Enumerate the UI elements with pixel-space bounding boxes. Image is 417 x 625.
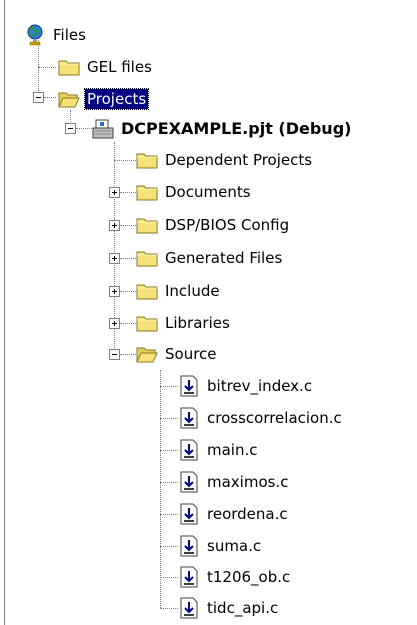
tree-connector [120,225,136,226]
tree-connector [160,370,161,608]
folder-icon [136,153,158,169]
tree-connector [120,192,136,193]
globe-icon [27,24,43,46]
tree-connector [160,608,178,609]
tree-node-label: main.c [207,441,258,459]
tree-node-label: tidc_api.c [207,599,279,617]
tree-connector [160,386,178,387]
tree-connector [44,97,56,98]
tree-node-project[interactable]: DCPEXAMPLE.pjt (Debug) [92,114,353,144]
project-file-icon [92,119,114,139]
tree-left-border [4,0,5,625]
tree-folder-source[interactable]: Source [136,339,219,369]
tree-connector [120,291,136,292]
tree-node-label: Files [53,26,86,44]
tree-node-gel-files[interactable]: GEL files [58,52,154,82]
tree-connector [38,67,56,68]
c-source-file-icon [180,471,198,493]
tree-connector [160,514,178,515]
expand-toggle-libraries[interactable] [109,318,120,329]
folder-icon [136,316,158,332]
tree-connector [160,450,178,451]
tree-connector [76,128,92,129]
tree-node-label: Documents [165,183,251,201]
tree-file-item[interactable]: crosscorrelacion.c [178,403,344,433]
tree-folder-dependent-projects[interactable]: Dependent Projects [136,145,314,175]
collapse-toggle-source[interactable] [109,349,120,360]
c-source-file-icon [180,439,198,461]
expand-toggle-dsp-bios-config[interactable] [109,220,120,231]
tree-node-label: Include [165,282,220,300]
c-source-file-icon [180,375,198,397]
c-source-file-icon [180,597,198,619]
tree-node-label: suma.c [207,537,262,555]
tree-node-label: bitrev_index.c [207,377,313,395]
c-source-file-icon [180,407,198,429]
tree-folder-generated-files[interactable]: Generated Files [136,243,284,273]
folder-icon [136,218,158,234]
tree-node-label: t1206_ob.c [207,568,291,586]
file-tree: Files GEL files Projects DCPEXAMPLE.pjt … [0,0,417,625]
tree-file-item[interactable]: main.c [178,435,260,465]
folder-icon [136,284,158,300]
tree-connector [114,160,136,161]
tree-node-label: Projects [83,88,150,110]
tree-connector [160,482,178,483]
expand-toggle-include[interactable] [109,286,120,297]
c-source-file-icon [180,566,198,588]
collapse-toggle-project[interactable] [65,123,76,134]
tree-node-label: DSP/BIOS Config [165,216,290,234]
tree-file-item[interactable]: suma.c [178,531,263,561]
tree-folder-documents[interactable]: Documents [136,177,253,207]
folder-icon [136,251,158,267]
tree-node-projects[interactable]: Projects [58,84,150,114]
folder-open-icon [58,92,80,108]
tree-connector [160,577,178,578]
tree-node-label: Source [165,345,217,363]
tree-folder-include[interactable]: Include [136,276,222,306]
tree-node-label: Generated Files [165,249,283,267]
tree-file-item[interactable]: tidc_api.c [178,593,280,623]
tree-folder-libraries[interactable]: Libraries [136,308,232,338]
tree-connector [120,258,136,259]
tree-file-item[interactable]: reordena.c [178,499,290,529]
tree-connector [120,323,136,324]
tree-connector [120,354,136,355]
tree-node-label: GEL files [87,58,152,76]
folder-icon [136,185,158,201]
expand-toggle-generated-files[interactable] [109,253,120,264]
tree-node-label: DCPEXAMPLE.pjt (Debug) [121,119,352,138]
collapse-toggle-projects[interactable] [33,92,44,103]
expand-toggle-documents[interactable] [109,187,120,198]
tree-connector [160,418,178,419]
folder-icon [58,60,80,76]
c-source-file-icon [180,535,198,557]
c-source-file-icon [180,503,198,525]
folder-open-icon [136,347,158,363]
tree-node-label: crosscorrelacion.c [207,409,342,427]
tree-connector [160,546,178,547]
tree-node-label: Dependent Projects [165,151,313,169]
tree-node-label: Libraries [165,314,230,332]
tree-node-label: maximos.c [207,473,289,491]
tree-file-item[interactable]: bitrev_index.c [178,371,314,401]
tree-folder-dsp-bios-config[interactable]: DSP/BIOS Config [136,210,291,240]
tree-file-item[interactable]: maximos.c [178,467,290,497]
tree-node-label: reordena.c [207,505,288,523]
tree-file-item[interactable]: t1206_ob.c [178,562,292,592]
tree-node-files[interactable]: Files [24,20,88,50]
